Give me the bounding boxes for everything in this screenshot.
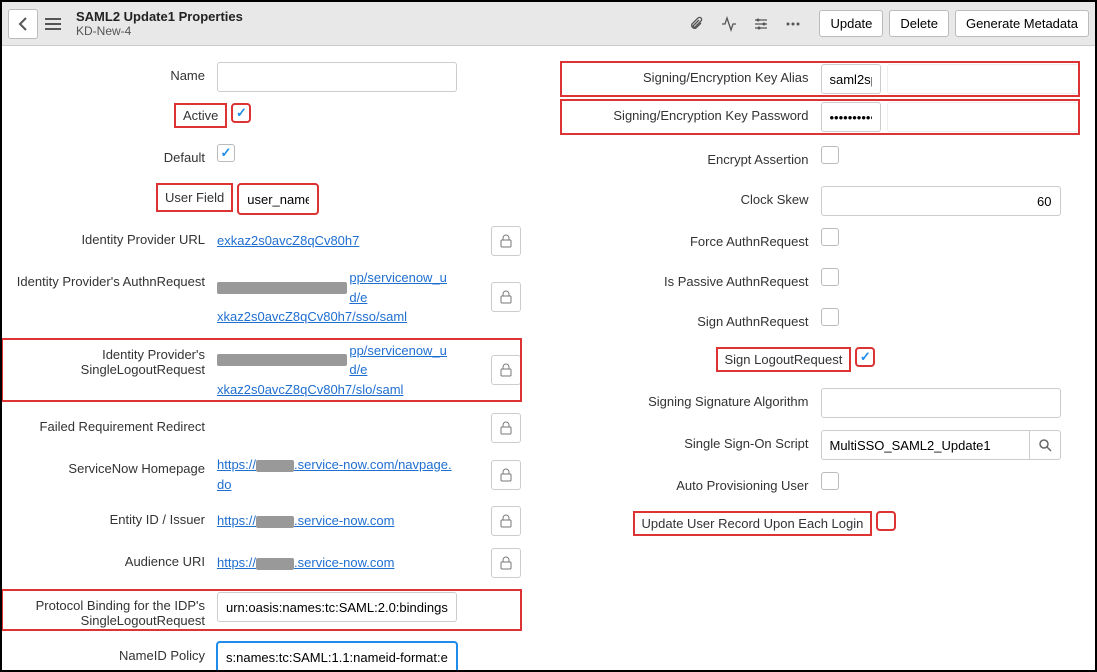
active-checkbox[interactable]	[232, 104, 250, 122]
clock-skew-label: Clock Skew	[561, 186, 821, 207]
user-field-input[interactable]	[238, 184, 318, 214]
audience-link[interactable]: https://.service-now.com	[217, 553, 394, 573]
auto-prov-label: Auto Provisioning User	[561, 472, 821, 493]
sso-script-label: Single Sign-On Script	[561, 430, 821, 451]
search-icon[interactable]	[1029, 430, 1061, 460]
user-field-label: User Field	[157, 184, 232, 211]
sign-logout-label: Sign LogoutRequest	[717, 348, 851, 371]
lock-icon[interactable]	[491, 548, 521, 578]
idp-slo-link[interactable]: pp/servicenow_ud/e xkaz2s0avcZ8qCv80h7/s…	[217, 341, 457, 400]
lock-icon[interactable]	[491, 355, 521, 385]
encrypt-assert-label: Encrypt Assertion	[561, 146, 821, 167]
form-body: Name Active Default User Field Identity …	[2, 46, 1095, 670]
is-passive-checkbox[interactable]	[821, 268, 839, 286]
force-authn-label: Force AuthnRequest	[561, 228, 821, 249]
back-button[interactable]	[8, 9, 38, 39]
sign-logout-checkbox[interactable]	[856, 348, 874, 366]
idp-slo-label: Identity Provider's SingleLogoutRequest	[2, 341, 217, 377]
page-subtitle: KD-New-4	[76, 24, 243, 38]
idp-authn-label: Identity Provider's AuthnRequest	[2, 268, 217, 289]
audience-label: Audience URI	[2, 548, 217, 569]
active-label: Active	[175, 104, 226, 127]
lock-icon[interactable]	[491, 506, 521, 536]
sn-homepage-label: ServiceNow Homepage	[2, 455, 217, 476]
force-authn-checkbox[interactable]	[821, 228, 839, 246]
lock-icon[interactable]	[491, 413, 521, 443]
name-label: Name	[2, 62, 217, 83]
generate-metadata-button[interactable]: Generate Metadata	[955, 10, 1089, 37]
key-pwd-input[interactable]	[821, 102, 881, 132]
lock-icon[interactable]	[491, 460, 521, 490]
name-input[interactable]	[217, 62, 457, 92]
page-title: SAML2 Update1 Properties	[76, 9, 243, 25]
title-block: SAML2 Update1 Properties KD-New-4	[76, 9, 243, 39]
nameid-policy-label: NameID Policy	[2, 642, 217, 663]
entity-id-link[interactable]: https://.service-now.com	[217, 511, 394, 531]
header-action-icons	[683, 10, 807, 38]
default-label: Default	[2, 144, 217, 165]
activity-icon[interactable]	[715, 10, 743, 38]
update-user-label: Update User Record Upon Each Login	[634, 512, 872, 535]
proto-binding-label: Protocol Binding for the IDP's SingleLog…	[2, 592, 217, 628]
attachment-icon[interactable]	[683, 10, 711, 38]
default-checkbox[interactable]	[217, 144, 235, 162]
sign-authn-checkbox[interactable]	[821, 308, 839, 326]
is-passive-label: Is Passive AuthnRequest	[561, 268, 821, 289]
more-icon[interactable]	[779, 10, 807, 38]
lock-icon[interactable]	[491, 282, 521, 312]
clock-skew-input[interactable]	[821, 186, 1061, 216]
settings-icon[interactable]	[747, 10, 775, 38]
right-column: Signing/Encryption Key Alias Signing/Enc…	[551, 56, 1088, 660]
key-alias-input[interactable]	[821, 64, 881, 94]
sign-authn-label: Sign AuthnRequest	[561, 308, 821, 329]
update-button[interactable]: Update	[819, 10, 883, 37]
sso-script-input[interactable]	[821, 430, 1029, 460]
sig-alg-input[interactable]	[821, 388, 1061, 418]
key-pwd-label: Signing/Encryption Key Password	[561, 102, 821, 123]
sn-homepage-link[interactable]: https://.service-now.com/navpage.do	[217, 455, 457, 494]
proto-binding-input[interactable]	[217, 592, 457, 622]
update-user-checkbox[interactable]	[877, 512, 895, 530]
encrypt-assert-checkbox[interactable]	[821, 146, 839, 164]
auto-prov-checkbox[interactable]	[821, 472, 839, 490]
entity-id-label: Entity ID / Issuer	[2, 506, 217, 527]
failed-redirect-label: Failed Requirement Redirect	[2, 413, 217, 434]
idp-url-label: Identity Provider URL	[2, 226, 217, 247]
menu-icon[interactable]	[38, 9, 68, 39]
delete-button[interactable]: Delete	[889, 10, 949, 37]
idp-authn-link[interactable]: pp/servicenow_ud/e xkaz2s0avcZ8qCv80h7/s…	[217, 268, 457, 327]
idp-url-link[interactable]: exkaz2s0avcZ8qCv80h7	[217, 231, 359, 251]
page-header: SAML2 Update1 Properties KD-New-4 Update…	[2, 2, 1095, 46]
nameid-policy-input[interactable]	[217, 642, 457, 670]
sig-alg-label: Signing Signature Algorithm	[561, 388, 821, 409]
lock-icon[interactable]	[491, 226, 521, 256]
left-column: Name Active Default User Field Identity …	[2, 56, 551, 660]
key-alias-label: Signing/Encryption Key Alias	[561, 64, 821, 85]
sso-script-lookup	[821, 430, 1061, 460]
